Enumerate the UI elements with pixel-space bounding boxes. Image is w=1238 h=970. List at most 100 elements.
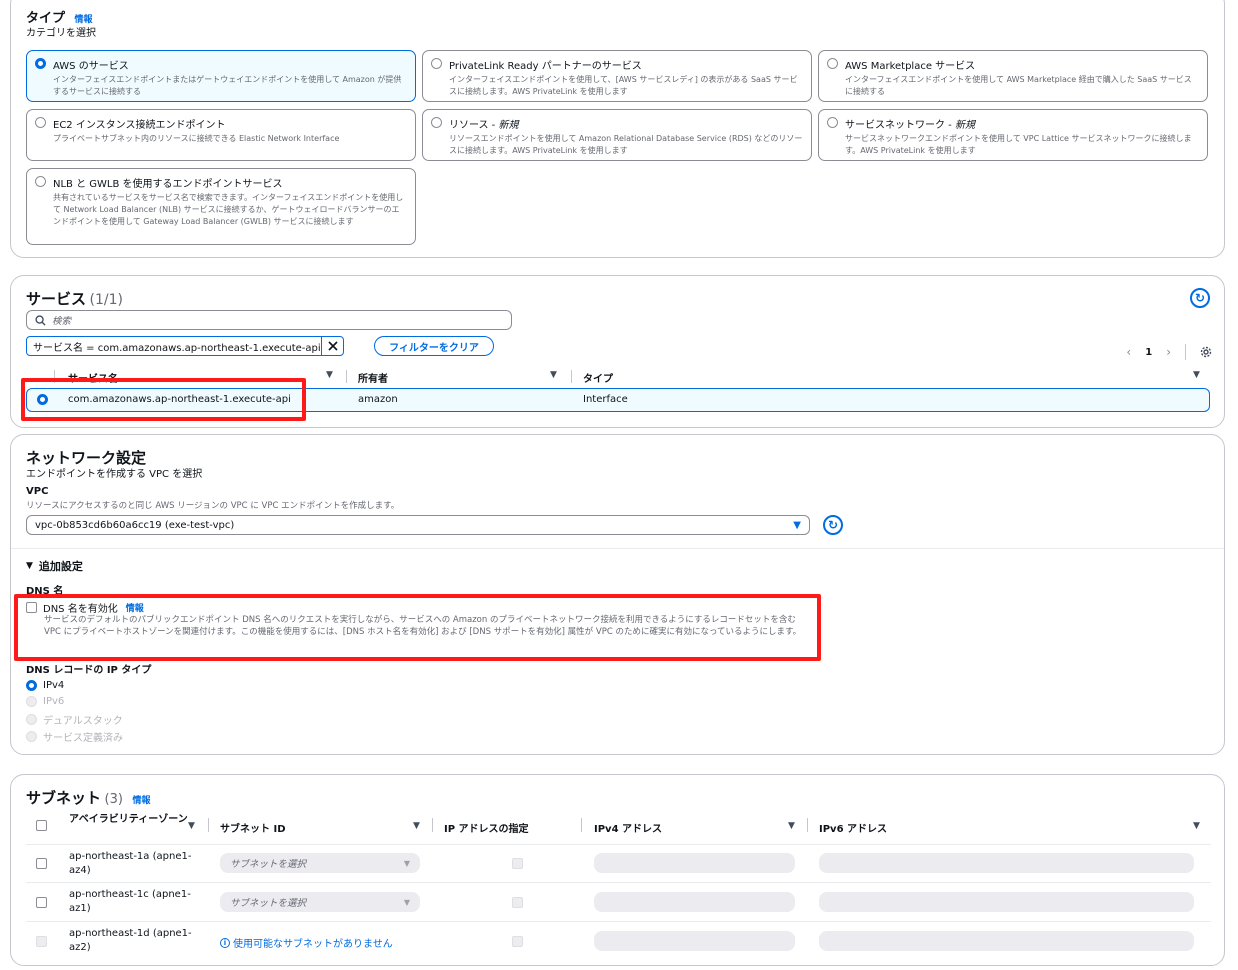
tile-aws-marketplace[interactable]: AWS Marketplace サービス インターフェイスエンドポイントを使用し… [818,50,1208,102]
tile-resources[interactable]: リソース - 新規 リソースエンドポイントを使用して Amazon Relati… [422,109,812,161]
tile-title: サービスネットワーク - 新規 [845,120,975,131]
tile-title: AWS のサービス [53,61,129,72]
sort-caret-icon[interactable]: ▼ [413,821,420,831]
additional-settings-toggle[interactable]: ▼ 追加設定 [26,558,83,574]
ip-spec-checkbox [512,897,523,908]
col-az[interactable]: アベイラビリティーゾーン [69,813,189,826]
table-row: ap-northeast-1a (apne1- az4) サブネットを選択 ▼ [26,845,1211,883]
ip-option-ipv4[interactable]: IPv4 [26,680,64,691]
tile-desc: インターフェイスエンドポイントを使用して、[AWS サービスレディ] の表示があ… [449,75,798,96]
subnets-table-header: アベイラビリティーゾーン ▼ サブネット ID ▼ IP アドレスの指定 IPv… [26,813,1211,843]
sort-caret-icon[interactable]: ▼ [326,370,333,380]
subnet-select[interactable]: サブネットを選択 ▼ [220,853,420,873]
ip-option-dualstack: デュアルスタック [26,712,123,727]
col-ipv6[interactable]: IPv6 アドレス [819,820,887,835]
type-panel: タイプ 情報 カテゴリを選択 AWS のサービス インターフェイスエンドポイント… [10,0,1225,258]
pagination: ‹ 1 › [1126,344,1212,360]
clear-filter-label: フィルターをクリア [389,342,479,354]
vpc-select[interactable]: vpc-0b853cd6b60a6cc19 (exe-test-vpc) ▼ [26,515,810,535]
tile-title: EC2 インスタンス接続エンドポイント [53,120,226,131]
chevron-down-icon: ▼ [793,519,801,531]
tile-desc: リソースエンドポイントを使用して Amazon Relational Datab… [449,134,803,155]
tile-desc: 共有されているサービスをサービス名で検索できます。インターフェイスエンドポイント… [53,193,404,226]
radio-ipv6 [26,696,37,707]
ip-option-label: IPv6 [43,696,65,707]
tile-title: AWS Marketplace サービス [845,61,976,72]
ip-option-label: IPv4 [43,680,65,691]
tile-aws-service[interactable]: AWS のサービス インターフェイスエンドポイントまたはゲートウェイエンドポイン… [26,50,416,102]
tile-service-network[interactable]: サービスネットワーク - 新規 サービスネットワークエンドポイントを使用して V… [818,109,1208,161]
select-all-checkbox[interactable] [36,820,47,831]
row-az: ap-northeast-1a (apne1- az4) [69,851,192,876]
sort-caret-icon[interactable]: ▼ [1193,370,1200,380]
sort-caret-icon[interactable]: ▼ [788,821,795,831]
col-owner[interactable]: 所有者 [358,370,388,385]
tile-privatelink-partner[interactable]: PrivateLink Ready パートナーのサービス インターフェイスエンド… [422,50,812,102]
col-ipv4[interactable]: IPv4 アドレス [594,820,662,835]
table-row: ap-northeast-1d (apne1- az2) i 使用可能なサブネット… [26,923,1211,961]
tile-ec2-instance-connect[interactable]: EC2 インスタンス接続エンドポイント プライベートサブネット内のリソースに接続… [26,109,416,161]
row-owner: amazon [358,394,398,405]
row-az: ap-northeast-1d (apne1- az2) [69,928,192,953]
ip-option-service-defined: サービス定義済み [26,729,123,744]
tile-nlb-gwlb[interactable]: NLB と GWLB を使用するエンドポイントサービス 共有されているサービスを… [26,168,416,245]
clear-filter-button[interactable]: フィルターをクリア [374,336,494,356]
chevron-down-icon: ▼ [403,897,410,907]
row-checkbox[interactable] [36,858,47,869]
col-subnet-id[interactable]: サブネット ID [220,820,286,835]
subnets-info-link[interactable]: 情報 [132,796,150,806]
sort-caret-icon[interactable]: ▼ [188,821,195,831]
no-subnet-message: i 使用可能なサブネットがありません [220,935,393,950]
ip-spec-checkbox [512,858,523,869]
radio-ipv4[interactable] [26,680,37,691]
subnets-panel: サブネット (3) 情報 アベイラビリティーゾーン ▼ サブネット ID ▼ I… [10,774,1225,966]
ipv4-input [594,853,795,873]
search-input[interactable]: 検索 [26,310,512,330]
subnets-count: (3) [104,792,123,807]
vpc-select-value: vpc-0b853cd6b60a6cc19 (exe-test-vpc) [35,519,235,531]
sort-caret-icon[interactable]: ▼ [550,370,557,380]
remove-filter-button[interactable] [321,337,343,355]
tile-title: リソース - 新規 [449,120,519,131]
col-type[interactable]: タイプ [583,370,613,385]
prev-page-icon[interactable]: ‹ [1126,345,1131,359]
radio-resources[interactable] [431,117,442,128]
radio-aws-service[interactable] [35,58,46,69]
services-count: (1/1) [89,292,123,308]
services-header: サービス (1/1) [26,288,123,309]
radio-ec2-instance-connect[interactable] [35,117,46,128]
ipv6-input [819,853,1194,873]
subnet-select[interactable]: サブネットを選択 ▼ [220,892,420,912]
gear-icon[interactable] [1200,346,1212,358]
refresh-vpc-button[interactable]: ↻ [823,515,843,535]
filter-token-label: サービス名 = com.amazonaws.ap-northeast-1.exe… [33,342,321,354]
ipv4-input [594,931,795,951]
subnet-select-placeholder: サブネットを選択 [230,898,307,909]
row-checkbox[interactable] [36,897,47,908]
next-page-icon[interactable]: › [1166,345,1171,359]
tile-desc: インターフェイスエンドポイントを使用して AWS Marketplace 経由で… [845,75,1192,96]
row-az: ap-northeast-1c (apne1- az1) [69,889,191,914]
ip-spec-checkbox [512,936,523,947]
ip-option-label: デュアルスタック [43,716,123,727]
vpc-label: VPC [26,486,49,497]
radio-nlb-gwlb[interactable] [35,176,46,187]
chevron-down-icon: ▼ [403,858,410,868]
services-title: サービス [26,290,87,308]
ipv6-input [819,931,1194,951]
additional-settings-label: 追加設定 [38,560,83,573]
tile-desc: サービスネットワークエンドポイントを使用して VPC Lattice サービスネ… [845,134,1192,155]
col-ip-spec[interactable]: IP アドレスの指定 [444,820,529,835]
page-number[interactable]: 1 [1145,347,1152,358]
radio-privatelink-partner[interactable] [431,58,442,69]
search-icon [35,314,46,326]
refresh-services-button[interactable]: ↻ [1190,288,1210,308]
radio-aws-marketplace[interactable] [827,58,838,69]
subnets-title: サブネット [26,789,102,807]
highlight-box-dns [14,594,821,661]
row-checkbox [36,936,47,947]
search-placeholder: 検索 [52,316,72,327]
sort-caret-icon[interactable]: ▼ [1193,821,1200,831]
radio-service-network[interactable] [827,117,838,128]
ip-option-ipv6: IPv6 [26,696,64,707]
